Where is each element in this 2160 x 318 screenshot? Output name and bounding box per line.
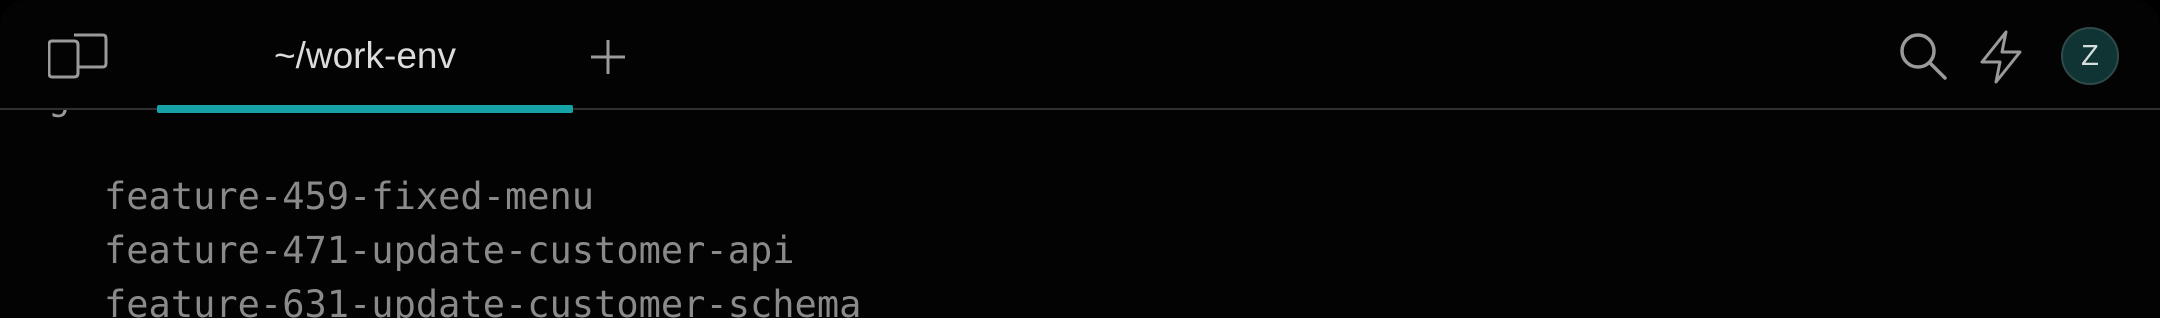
search-button[interactable] <box>1897 30 1949 82</box>
user-avatar[interactable]: Z <box>2061 27 2119 85</box>
plus-icon <box>591 40 625 74</box>
terminal-window: ~/work-env Z git branch feature-459-fixe… <box>0 0 2160 318</box>
branch-line: feature-471-update-customer-api <box>104 229 795 272</box>
search-icon <box>1900 33 1947 80</box>
branch-line: feature-459-fixed-menu <box>104 175 595 218</box>
sidebar-toggle-icon <box>48 33 108 79</box>
lightning-bolt-icon <box>1980 30 2022 84</box>
active-tab-indicator <box>157 105 573 113</box>
title-bar: ~/work-env Z <box>0 0 2160 113</box>
branch-line: feature-631-update-customer-schema <box>104 283 862 318</box>
sidebar-toggle-button[interactable] <box>48 33 108 79</box>
new-tab-button[interactable] <box>586 35 630 79</box>
tab-label: ~/work-env <box>274 35 456 76</box>
terminal-output[interactable]: git branch feature-459-fixed-menu featur… <box>0 110 2160 318</box>
tab-work-env[interactable]: ~/work-env <box>157 0 573 113</box>
lightning-bolt-button[interactable] <box>1976 30 2026 84</box>
